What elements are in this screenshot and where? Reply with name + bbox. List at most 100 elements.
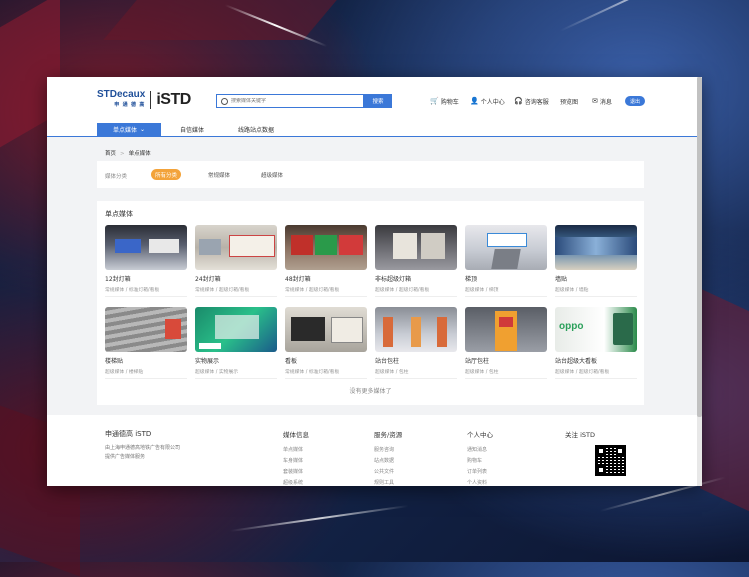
media-card[interactable]: 站台包柱 超级媒体 / 包柱 (375, 307, 457, 379)
logo-istd: iSTD (156, 91, 191, 108)
card-tags: 超级媒体 / 包柱 (465, 370, 499, 375)
card-name: 站台超级大看板 (555, 358, 598, 365)
thumb-super-board: oppo (555, 307, 637, 352)
preview-label: 预览图 (560, 99, 579, 106)
card-name: 24封灯箱 (195, 276, 221, 283)
card-name: 12封灯箱 (105, 276, 131, 283)
filter-chip-super[interactable]: 超级媒体 (261, 169, 283, 180)
search-button[interactable]: 搜索 (364, 94, 392, 108)
card-tags: 超级媒体 / 超级灯箱/看板 (375, 288, 430, 293)
logo-divider (150, 91, 152, 109)
search-input[interactable] (228, 98, 354, 104)
scrollbar-thumb[interactable] (697, 77, 702, 417)
user-icon: 👤 (470, 97, 479, 105)
filter-chip-all[interactable]: 所有分类 (151, 169, 181, 180)
scrollbar-track[interactable] (697, 77, 702, 486)
message-link[interactable]: ✉ 消息 (592, 97, 612, 107)
thumb-hall-pillar (465, 307, 547, 352)
card-divider (285, 378, 367, 379)
media-card[interactable]: oppo 站台超级大看板 超级媒体 / 超级灯箱/看板 (555, 307, 637, 379)
card-name: 非标超级灯箱 (375, 276, 412, 283)
media-card[interactable]: 24封灯箱 常规媒体 / 超级灯箱/看板 (195, 225, 277, 297)
filter-chip-regular[interactable]: 常规媒体 (208, 169, 230, 180)
user-center-link[interactable]: 👤 个人中心 (470, 97, 505, 107)
light-streak (559, 0, 724, 32)
sub-nav: 单点媒体 ⌄ 自信媒体 线路站点数据 (47, 123, 702, 137)
card-divider (375, 378, 457, 379)
media-card[interactable]: 梯顶 超级媒体 / 梯顶 (465, 225, 547, 297)
footer-link[interactable]: 公共文件 (374, 467, 402, 478)
card-name: 看板 (285, 358, 298, 365)
qr-corner (616, 447, 624, 455)
card-tags: 超级媒体 / 超级灯箱/看板 (555, 370, 610, 375)
footer-link[interactable]: 规则工具 (374, 478, 402, 486)
footer-company-line2: 提供广告媒体服务 (105, 454, 146, 460)
site-logo[interactable]: STDecaux 申 通 德 高 iSTD (97, 88, 191, 112)
tab-self-media[interactable]: 自信媒体 (180, 123, 204, 136)
media-card[interactable]: 墙贴 超级媒体 / 墙贴 (555, 225, 637, 297)
thumb-24-lightbox (195, 225, 277, 270)
preview-link[interactable]: 预览图 (560, 97, 578, 106)
breadcrumb-separator: > (120, 151, 125, 157)
media-card[interactable]: 站厅包柱 超级媒体 / 包柱 (465, 307, 547, 379)
card-divider (555, 378, 637, 379)
footer-link[interactable]: 超级系统 (283, 478, 309, 486)
card-divider (105, 378, 187, 379)
footer-link[interactable]: 站点数据 (374, 456, 402, 467)
tab-single-media[interactable]: 单点媒体 ⌄ (97, 123, 161, 136)
footer-link[interactable]: 购物车 (467, 456, 493, 467)
breadcrumb-current: 单点媒体 (128, 151, 151, 157)
media-card[interactable]: 非标超级灯箱 超级媒体 / 超级灯箱/看板 (375, 225, 457, 297)
breadcrumb-home[interactable]: 首页 (105, 151, 116, 157)
footer-column-title: 服务/资源 (374, 431, 403, 439)
thumb-wall-sticker (555, 225, 637, 270)
qr-corner (597, 447, 605, 455)
card-tags: 常规媒体 / 超级灯箱/看板 (285, 288, 340, 293)
headset-icon: 🎧 (514, 97, 523, 105)
cart-label: 购物车 (440, 99, 459, 106)
card-name: 站厅包柱 (465, 358, 490, 365)
logo-brand: STDecaux 申 通 德 高 (97, 90, 145, 110)
footer-link[interactable]: 车身媒体 (283, 456, 309, 467)
consult-link[interactable]: 🎧 咨询客服 (514, 97, 549, 107)
card-tags: 超级媒体 / 楼梯贴 (105, 370, 144, 375)
footer-company-line1: 由上海申通德高地铁广告有限公司 (105, 445, 181, 451)
thumb-stair-sticker (105, 307, 187, 352)
card-tags: 超级媒体 / 墙贴 (555, 288, 589, 293)
category-filter: 媒体分类 所有分类 常规媒体 超级媒体 (97, 161, 644, 188)
thumb-escalator-top (465, 225, 547, 270)
thumb-display (195, 307, 277, 352)
logout-button[interactable]: 退出 (625, 96, 645, 106)
tab-single-media-label: 单点媒体 (112, 127, 137, 134)
cart-icon: 🛒 (430, 97, 439, 105)
search-box[interactable] (216, 94, 364, 108)
card-name: 站台包柱 (375, 358, 400, 365)
footer-link[interactable]: 个人资料 (467, 478, 493, 486)
footer-column-media: 媒体信息 单点媒体 车身媒体 套装媒体 超级系统 (283, 429, 309, 486)
card-tags: 常规媒体 / 超级灯箱/看板 (195, 288, 250, 293)
cart-link[interactable]: 🛒 购物车 (430, 97, 459, 107)
card-tags: 超级媒体 / 实物展示 (195, 370, 239, 375)
footer-link[interactable]: 单点媒体 (283, 445, 309, 456)
media-card[interactable]: 看板 常规媒体 / 标准灯箱/看板 (285, 307, 367, 379)
card-divider (465, 296, 547, 297)
media-card[interactable]: 楼梯贴 超级媒体 / 楼梯贴 (105, 307, 187, 379)
footer-link[interactable]: 通知消息 (467, 445, 493, 456)
footer: 申通德高 iSTD 由上海申通德高地铁广告有限公司 提供广告媒体服务 媒体信息 … (47, 415, 702, 486)
tab-line-data[interactable]: 线路站点数据 (238, 123, 274, 136)
thumb-board (285, 307, 367, 352)
footer-link[interactable]: 服务咨询 (374, 445, 402, 456)
card-name: 48封灯箱 (285, 276, 311, 283)
footer-link[interactable]: 套装媒体 (283, 467, 309, 478)
no-more-text: 没有更多媒体了 (349, 388, 392, 395)
footer-link[interactable]: 订单列表 (467, 467, 493, 478)
media-card[interactable]: 实物展示 超级媒体 / 实物展示 (195, 307, 277, 379)
card-name: 梯顶 (465, 276, 478, 283)
media-panel: 单点媒体 12封灯箱 常规媒体 / 标准灯箱/看板 24封灯箱 常规媒体 / 超… (97, 201, 644, 405)
consult-label: 咨询客服 (524, 99, 549, 106)
media-card[interactable]: 12封灯箱 常规媒体 / 标准灯箱/看板 (105, 225, 187, 297)
card-divider (555, 296, 637, 297)
thumb-12-lightbox (105, 225, 187, 270)
media-card[interactable]: 48封灯箱 常规媒体 / 超级灯箱/看板 (285, 225, 367, 297)
qr-corner (597, 466, 605, 474)
